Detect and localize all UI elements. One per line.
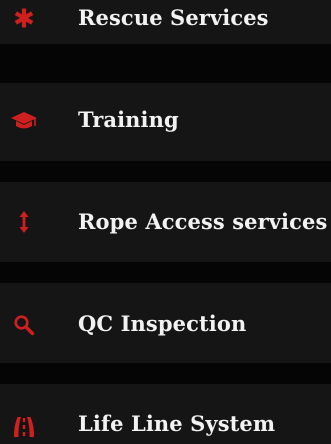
menu-item-life-line-system[interactable]: Life Line System [0,384,331,444]
services-menu: Rescue Services Training Rope Access ser… [0,0,331,444]
menu-item-label: QC Inspection [78,311,247,336]
menu-item-label: Rescue Services [78,5,269,30]
road-icon [8,415,40,439]
menu-item-training[interactable]: Training [0,83,331,161]
menu-item-label: Rope Access services [78,209,328,234]
menu-item-rope-access-services[interactable]: Rope Access services [0,182,331,262]
graduation-cap-icon [8,109,40,133]
menu-item-qc-inspection[interactable]: QC Inspection [0,283,331,363]
menu-item-label: Life Line System [78,411,276,436]
search-icon [8,313,40,337]
asterisk-icon [8,6,40,30]
vertical-arrows-icon [8,210,40,234]
menu-item-label: Training [78,107,179,132]
menu-item-rescue-services[interactable]: Rescue Services [0,0,331,44]
